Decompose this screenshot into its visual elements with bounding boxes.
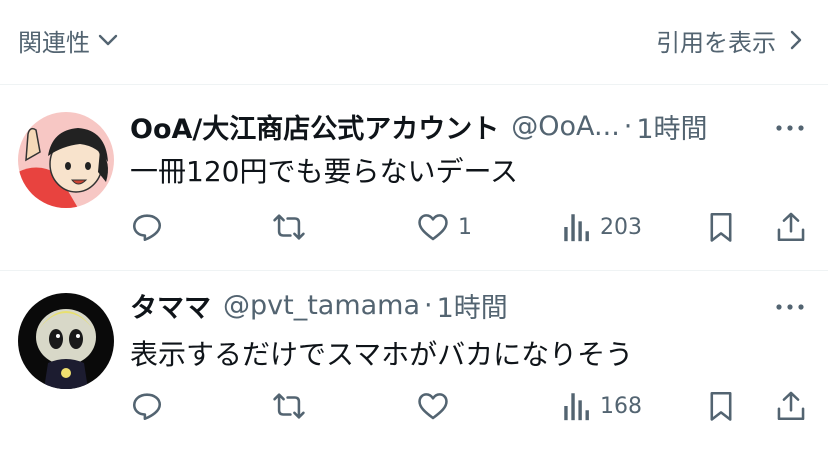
sort-dropdown[interactable]: 関連性 bbox=[18, 22, 120, 58]
like-button[interactable] bbox=[416, 386, 458, 426]
timestamp[interactable]: 1時間 bbox=[636, 107, 707, 146]
reply-tweet[interactable]: タママ @pvt_tamama · 1時間 表示するだけでスマホがバカになりそう bbox=[0, 271, 828, 449]
view-count: 203 bbox=[600, 214, 642, 240]
avatar-illustration bbox=[18, 112, 114, 208]
tweet-actions: 1 203 bbox=[130, 207, 810, 247]
more-icon bbox=[776, 125, 804, 131]
bookmark-button[interactable] bbox=[704, 386, 738, 426]
retweet-icon bbox=[273, 393, 305, 419]
bookmark-icon bbox=[710, 391, 732, 421]
tweet-header: タママ @pvt_tamama · 1時間 bbox=[130, 285, 508, 325]
reply-icon bbox=[132, 393, 162, 421]
tweet-actions: 168 bbox=[130, 386, 810, 426]
bookmark-icon bbox=[710, 212, 732, 242]
display-name[interactable]: OoA/大江商店公式アカウント bbox=[130, 107, 499, 146]
separator-dot: · bbox=[424, 289, 433, 321]
user-handle[interactable]: @pvt_tamama bbox=[223, 290, 420, 321]
chevron-right-icon bbox=[790, 30, 802, 50]
analytics-icon bbox=[564, 214, 589, 242]
more-options-button[interactable] bbox=[774, 291, 806, 323]
retweet-button[interactable] bbox=[272, 386, 306, 426]
reply-button[interactable] bbox=[130, 207, 164, 247]
avatar[interactable] bbox=[18, 293, 114, 389]
view-count: 168 bbox=[600, 393, 642, 419]
timestamp[interactable]: 1時間 bbox=[437, 286, 508, 325]
bookmark-button[interactable] bbox=[704, 207, 738, 247]
display-name[interactable]: タママ bbox=[130, 286, 211, 325]
chevron-down-icon bbox=[98, 34, 118, 46]
like-count: 1 bbox=[458, 214, 472, 240]
tweet-text: 一冊120円でも要らないデース bbox=[130, 155, 519, 188]
more-icon bbox=[776, 304, 804, 310]
reply-tweet[interactable]: OoA/大江商店公式アカウント @OoA... · 1時間 一冊120円でも要ら… bbox=[0, 92, 828, 271]
sort-label: 関連性 bbox=[18, 28, 90, 57]
retweet-icon bbox=[273, 214, 305, 240]
share-button[interactable] bbox=[774, 386, 808, 426]
view-quotes-link[interactable]: 引用を表示 bbox=[656, 22, 806, 58]
share-icon bbox=[777, 391, 805, 421]
views-button[interactable]: 203 bbox=[562, 207, 642, 247]
tweet-text: 表示するだけでスマホがバカになりそう bbox=[130, 338, 634, 371]
tweet-header: OoA/大江商店公式アカウント @OoA... · 1時間 bbox=[130, 106, 708, 146]
view-quotes-label: 引用を表示 bbox=[656, 28, 776, 57]
retweet-button[interactable] bbox=[272, 207, 306, 247]
avatar-illustration bbox=[18, 293, 114, 389]
reply-icon bbox=[132, 214, 162, 242]
like-button[interactable]: 1 bbox=[416, 207, 472, 247]
user-handle[interactable]: @OoA... bbox=[511, 111, 620, 142]
more-options-button[interactable] bbox=[774, 112, 806, 144]
views-button[interactable]: 168 bbox=[562, 386, 642, 426]
heart-icon bbox=[418, 393, 448, 420]
separator-dot: · bbox=[623, 110, 633, 142]
reply-button[interactable] bbox=[130, 386, 164, 426]
share-icon bbox=[777, 212, 805, 242]
heart-icon bbox=[418, 214, 448, 241]
avatar[interactable] bbox=[18, 112, 114, 208]
analytics-icon bbox=[564, 393, 589, 421]
reply-sort-bar: 関連性 引用を表示 bbox=[0, 0, 828, 85]
share-button[interactable] bbox=[774, 207, 808, 247]
